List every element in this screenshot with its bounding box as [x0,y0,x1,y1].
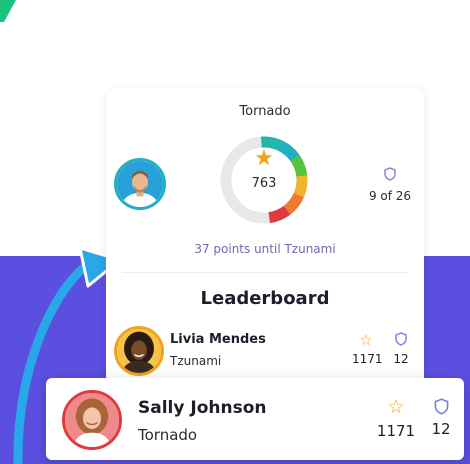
rank-position: 9 of 26 [368,189,412,203]
points-column: ☆ 1171 [376,396,416,440]
leaderboard-badges: 12 [393,352,409,366]
shield-icon [395,332,407,346]
shield-icon [384,167,396,181]
points-until-next-rank: 37 points until Tzunami [194,242,336,256]
leaderboard-avatar [114,326,164,376]
star-outline-icon: ☆ [387,396,405,418]
badges-column: 12 [424,398,458,438]
highlighted-avatar [62,390,122,450]
points-column: ☆ 1171 [352,330,383,366]
gauge-segment [268,205,291,224]
star-icon: ★ [254,146,274,171]
leaderboard-points: 1171 [352,352,383,366]
badges-column: 12 [388,331,414,366]
rank-position-badge: 9 of 26 [368,166,412,203]
rank-card: Tornado ★ 763 9 of 26 37 points until Tz… [106,88,424,388]
highlighted-rank: Tornado [138,426,198,444]
green-corner-shape [0,0,16,22]
points-value: 763 [251,176,277,191]
gauge-segment [283,192,304,215]
divider [122,272,408,273]
gauge-center: ★ 763 [216,146,312,192]
star-outline-icon: ☆ [359,331,373,349]
highlighted-user-row[interactable]: Sally Johnson Tornado ☆ 1171 12 [46,378,464,460]
user-avatar[interactable] [114,158,166,210]
leaderboard-title: Leaderboard [200,288,330,309]
shield-icon [434,398,448,415]
current-rank-title: Tornado [239,104,291,119]
leaderboard-name: Livia Mendes [170,332,266,347]
highlighted-points: 1171 [376,422,416,440]
leaderboard-rank: Tzunami [170,354,222,368]
highlighted-badges: 12 [431,420,451,438]
leaderboard-row[interactable]: Livia Mendes Tzunami ☆ 1171 12 [106,322,424,378]
highlighted-name: Sally Johnson [138,398,267,418]
